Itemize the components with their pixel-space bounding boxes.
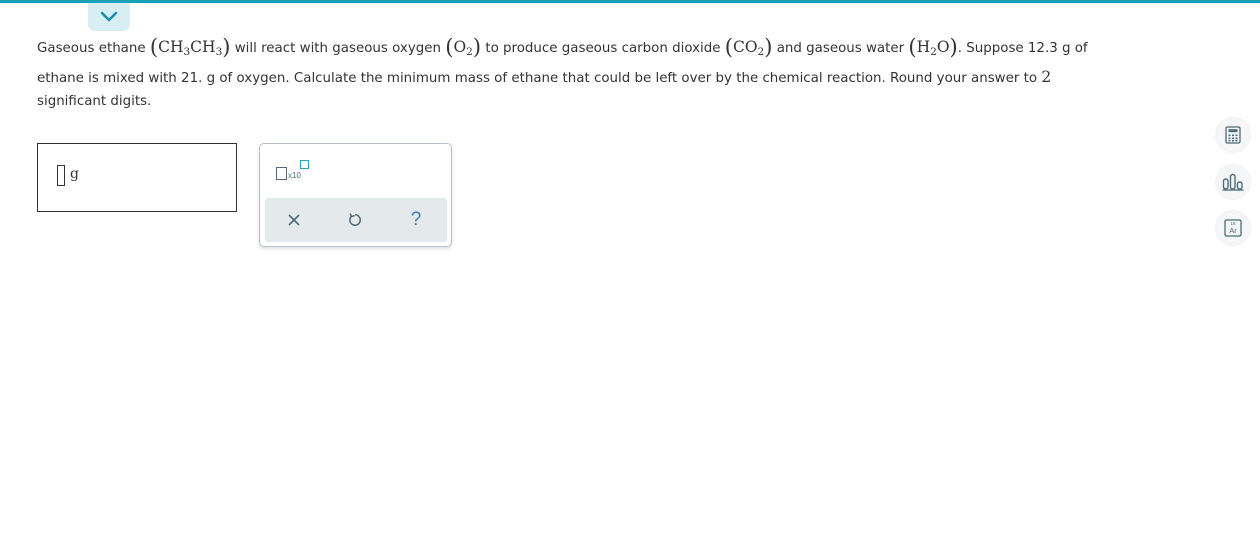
question-line-3: significant digits. <box>37 94 152 109</box>
clear-button[interactable] <box>274 198 314 242</box>
collapse-tab[interactable] <box>88 3 130 31</box>
answer-input[interactable] <box>57 165 65 186</box>
mantissa-box-icon <box>276 167 287 180</box>
periodic-table-button[interactable]: 18 Ar <box>1216 211 1250 245</box>
calculator-icon <box>1225 126 1241 144</box>
top-accent-bar <box>0 0 1260 3</box>
palette-action-row: ? <box>265 198 447 242</box>
question-text: Gaseous ethane (CH3CH3) will react with … <box>37 32 1167 112</box>
significant-digits-value: 2 <box>1041 68 1052 86</box>
svg-text:18: 18 <box>1230 221 1236 226</box>
carbon-dioxide-formula: CO2 <box>732 38 765 58</box>
answer-box: g <box>37 143 237 212</box>
question-mark-icon: ? <box>410 209 422 230</box>
svg-text:Ar: Ar <box>1229 226 1237 235</box>
unit-label: g <box>70 166 79 182</box>
oxygen-formula: O2 <box>453 38 473 58</box>
close-icon <box>288 214 300 226</box>
exponent-box-icon <box>300 160 309 169</box>
scientific-notation-button[interactable]: x10 <box>274 160 314 184</box>
chevron-down-icon <box>100 11 118 22</box>
undo-icon <box>349 213 361 226</box>
undo-button[interactable] <box>335 198 375 242</box>
water-formula: H2O <box>916 38 950 58</box>
x10-label: x10 <box>288 171 301 180</box>
question-line-2: ethane is mixed with 21. g of oxygen. Ca… <box>37 68 1052 86</box>
ethane-formula: CH3CH3 <box>158 38 223 58</box>
periodic-table-icon: 18 Ar <box>1224 219 1242 237</box>
help-button[interactable]: ? <box>396 198 436 242</box>
question-line-1: Gaseous ethane (CH3CH3) will react with … <box>37 35 1088 59</box>
bar-chart-icon <box>1222 173 1244 191</box>
math-palette: x10 ? <box>259 143 452 247</box>
calculator-button[interactable] <box>1216 118 1250 152</box>
data-button[interactable] <box>1216 165 1250 199</box>
